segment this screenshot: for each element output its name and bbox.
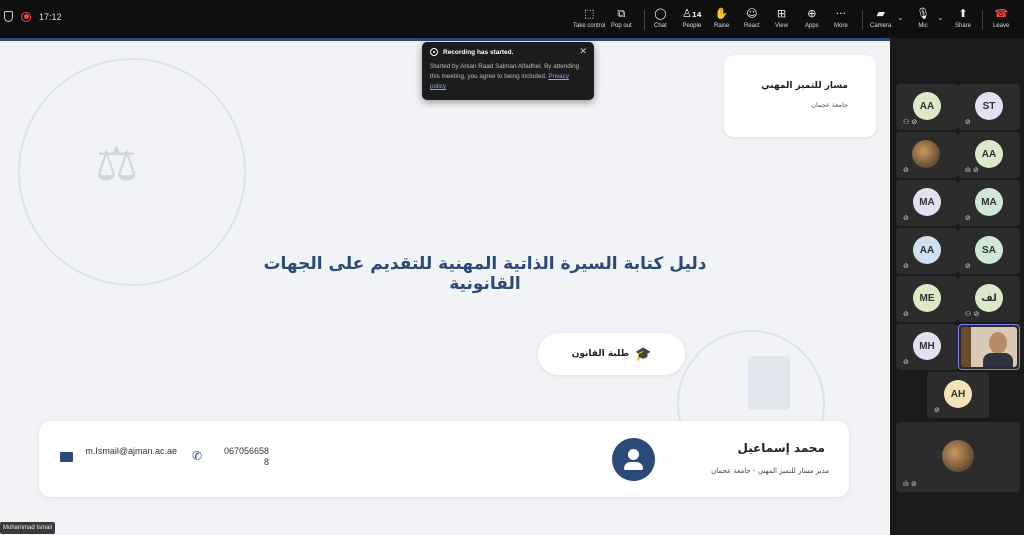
participant-tile[interactable]: ME ⊘ [896, 276, 958, 322]
user-avatar-icon [612, 438, 655, 481]
mic-muted-icon: ⊘ [903, 310, 909, 318]
mic-muted-icon: ⊘ [965, 262, 971, 270]
mic-muted-icon: ⊘ [903, 166, 909, 174]
contact-name: محمد إسماعيل [737, 441, 825, 455]
mic-button[interactable]: 🎙 Mic [916, 7, 930, 30]
participant-video-tile[interactable] [958, 324, 1020, 370]
pop-out-icon: ⧉ [617, 7, 626, 20]
contact-phone: 0670566588 [223, 446, 269, 467]
participant-tile[interactable]: SA ⊘ [958, 228, 1020, 274]
mic-options-chevron-icon[interactable]: ⌄ [937, 13, 944, 22]
shield-icon [4, 11, 13, 22]
mic-muted-icon: ⚇ ⊘ [903, 118, 918, 126]
react-icon: ☺ [746, 7, 758, 20]
participant-avatar: AA [913, 92, 941, 120]
mic-muted-icon: ılı ⊘ [965, 166, 979, 174]
speaker-name-tag: Mohammad Ismail [0, 522, 56, 534]
participant-avatar: AA [913, 236, 941, 264]
shared-screen: ⚖ مسار للتميز المهني جامعة عجمان دليل كت… [0, 38, 890, 535]
audience-pill: 🎓 طلبة القانون [538, 333, 685, 375]
participant-tile[interactable]: MA ⊘ [896, 180, 958, 226]
participant-avatar: MH [913, 332, 941, 360]
organization-university: جامعة عجمان [811, 101, 848, 109]
participant-tile[interactable]: ılı ⊘ [896, 422, 1020, 492]
mic-muted-icon: ⊘ [903, 262, 909, 270]
meeting-toolbar: 17:12 ⬚ Take control ⧉ Pop out ◯ Chat ♙1… [0, 0, 1024, 38]
recording-icon [430, 48, 438, 56]
participant-photo [942, 440, 974, 472]
people-icon: ♙ [682, 7, 692, 20]
mic-muted-icon: ⊘ [965, 214, 971, 222]
take-control-button[interactable]: ⬚ Take control [573, 7, 605, 30]
more-button[interactable]: ··· More [834, 7, 848, 30]
participant-tile[interactable]: AA ⊘ [896, 228, 958, 274]
participant-tile[interactable]: AA ılı ⊘ [958, 132, 1020, 178]
raise-hand-icon: ✋ [714, 7, 729, 20]
raise-hand-button[interactable]: ✋ Raise [714, 7, 729, 30]
slide-title: دليل كتابة السيرة الذاتية المهنية للتقدي… [263, 254, 707, 294]
participants-panel: AA ⚇ ⊘ ST ⊘ ⊘ AA ılı ⊘ MA ⊘ MA ⊘ AA ⊘ SA… [890, 38, 1024, 535]
participant-tile[interactable]: AH ⊘ [927, 372, 989, 418]
people-count: 14 [691, 11, 702, 19]
mic-muted-icon: ⊘ [934, 406, 940, 414]
participant-avatar: ME [913, 284, 941, 312]
phone-icon: ✆ [192, 449, 203, 463]
camera-off-icon: ▰ [876, 7, 885, 20]
close-icon[interactable]: ✕ [579, 47, 587, 57]
meeting-time: 17:12 [39, 11, 62, 22]
chat-icon: ◯ [654, 7, 667, 20]
contact-role: مدير مسار للتميز المهني - جامعة عجمان [711, 467, 829, 475]
mic-muted-icon: ılı ⊘ [903, 480, 917, 488]
participant-avatar: MA [975, 188, 1003, 216]
more-icon: ··· [835, 7, 847, 20]
participant-tile[interactable]: ST ⊘ [958, 84, 1020, 130]
mic-off-icon: 🎙 [916, 7, 930, 20]
contact-email: m.Ismail@ajman.ac.ae [85, 446, 177, 456]
mic-muted-icon: ⊘ [965, 118, 971, 126]
share-icon: ⬆ [958, 7, 968, 20]
contact-card: محمد إسماعيل مدير مسار للتميز المهني - ج… [39, 421, 849, 497]
scales-of-justice-icon: ⚖ [95, 136, 139, 192]
chat-button[interactable]: ◯ Chat [654, 7, 667, 30]
participant-tile[interactable]: لف ⚇ ⊘ [958, 276, 1020, 322]
share-button[interactable]: ⬆ Share [955, 7, 971, 30]
apps-icon: ⊕ [807, 7, 817, 20]
participant-avatar: لف [975, 284, 1003, 312]
participant-tile[interactable]: MA ⊘ [958, 180, 1020, 226]
participant-photo [912, 140, 940, 168]
mic-muted-icon: ⊘ [903, 358, 909, 366]
camera-button[interactable]: ▰ Camera [870, 7, 891, 30]
apps-button[interactable]: ⊕ Apps [805, 7, 819, 30]
participant-avatar: AA [975, 140, 1003, 168]
participant-tile[interactable]: AA ⚇ ⊘ [896, 84, 958, 130]
leave-phone-icon: ☎ [994, 7, 1009, 20]
participant-tile[interactable]: ⊘ [896, 132, 958, 178]
recording-notification: Recording has started. Started by Arkan … [422, 42, 594, 100]
toast-title: Recording has started. [443, 48, 514, 56]
participant-avatar: MA [913, 188, 941, 216]
pop-out-button[interactable]: ⧉ Pop out [611, 7, 632, 30]
meeting-status: 17:12 [4, 11, 62, 22]
view-icon: ⊞ [776, 7, 787, 20]
camera-options-chevron-icon[interactable]: ⌄ [897, 13, 904, 22]
react-button[interactable]: ☺ React [744, 7, 760, 30]
recording-icon [21, 11, 31, 22]
organization-card: مسار للتميز المهني جامعة عجمان [724, 55, 876, 137]
participant-tile[interactable]: MH ⊘ [896, 324, 958, 370]
mic-muted-icon: ⚇ ⊘ [965, 310, 980, 318]
people-button[interactable]: ♙14 People [682, 7, 702, 30]
graduate-icon: 🎓 [635, 346, 652, 362]
participant-avatar: SA [975, 236, 1003, 264]
email-icon [60, 452, 73, 462]
leave-button[interactable]: ☎ Leave [993, 7, 1009, 30]
participant-avatar: ST [975, 92, 1003, 120]
document-icon [748, 356, 790, 410]
mic-muted-icon: ⊘ [903, 214, 909, 222]
organization-name: مسار للتميز المهني [761, 81, 848, 91]
participant-avatar: AH [944, 380, 972, 408]
view-button[interactable]: ⊞ View [775, 7, 788, 30]
take-control-icon: ⬚ [583, 7, 595, 20]
audience-label: طلبة القانون [571, 349, 630, 359]
slide-top-border [0, 38, 890, 41]
